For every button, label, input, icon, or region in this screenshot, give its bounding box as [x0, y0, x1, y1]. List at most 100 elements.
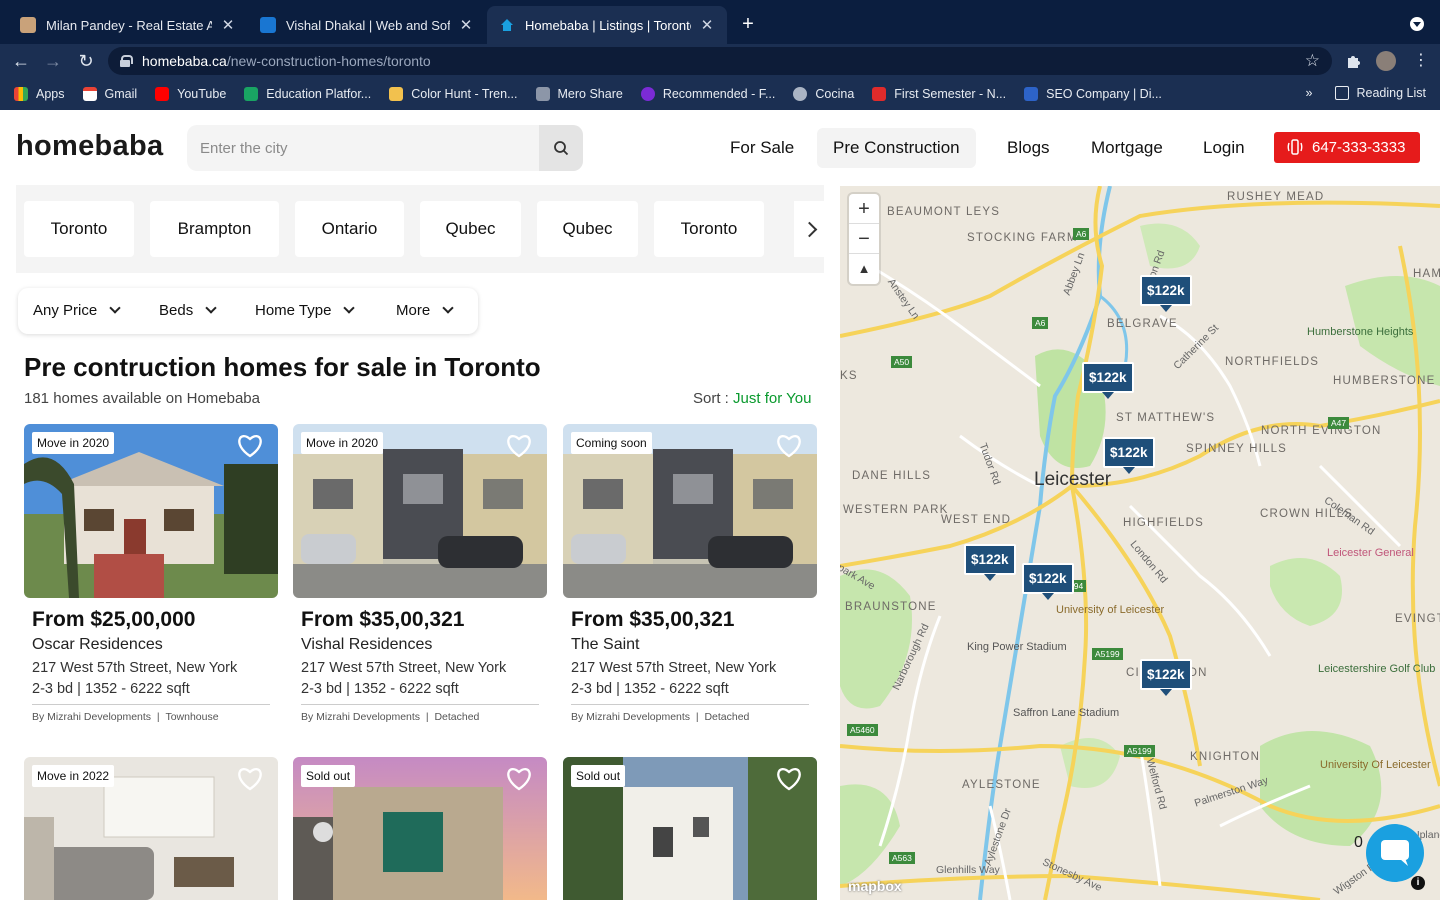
- compass-icon[interactable]: ▲: [849, 254, 879, 284]
- sort-value[interactable]: Just for You: [733, 390, 811, 407]
- road-shield: A5460: [847, 724, 878, 736]
- listing-developer: By Mizrahi Developments: [301, 711, 421, 723]
- bookmark-colorhunt[interactable]: Color Hunt - Tren...: [389, 87, 518, 101]
- profile-avatar-icon[interactable]: [1376, 51, 1396, 71]
- map-price-pin[interactable]: $122k: [1103, 437, 1155, 474]
- forward-arrow-icon[interactable]: →: [42, 50, 64, 72]
- heart-icon[interactable]: [236, 765, 264, 791]
- back-arrow-icon[interactable]: ←: [10, 50, 32, 72]
- bookmark-label: Gmail: [104, 87, 138, 101]
- zoom-in-icon[interactable]: +: [849, 194, 879, 224]
- bookmark-apps[interactable]: Apps: [14, 87, 65, 101]
- listing-photo[interactable]: Sold out: [563, 757, 817, 900]
- browser-tab[interactable]: Vishal Dhakal | Web and Softw ✕: [248, 6, 486, 44]
- filter-home-type[interactable]: Home Type: [255, 288, 356, 334]
- heart-icon[interactable]: [236, 432, 264, 458]
- bookmark-first-semester[interactable]: First Semester - N...: [872, 87, 1006, 101]
- reading-list-button[interactable]: Reading List: [1357, 86, 1427, 100]
- listing-name[interactable]: The Saint: [571, 636, 639, 654]
- city-chip[interactable]: Brampton: [150, 201, 279, 257]
- city-chip[interactable]: Ontario: [295, 201, 404, 257]
- mapbox-logo[interactable]: mapbox: [848, 878, 902, 894]
- heart-icon[interactable]: [775, 432, 803, 458]
- listing-photo[interactable]: Move in 2022: [24, 757, 278, 900]
- listings-map[interactable]: + − ▲ BEAUMONT LEYS STOCKING FARM RUSHEY…: [840, 186, 1440, 900]
- map-price-pin[interactable]: $122k: [1140, 659, 1192, 696]
- map-price-pin[interactable]: $122k: [1022, 563, 1074, 600]
- listing-address: 217 West 57th Street, New York: [32, 660, 238, 676]
- city-chip[interactable]: Toronto: [654, 201, 764, 257]
- sort-control[interactable]: Sort : Just for You: [693, 390, 811, 407]
- recommended-icon: [640, 87, 655, 101]
- tab-search-chevron-icon[interactable]: [1410, 17, 1424, 31]
- nav-for-sale[interactable]: For Sale: [714, 128, 810, 168]
- nav-blogs[interactable]: Blogs: [991, 128, 1066, 168]
- map-price-pin[interactable]: $122k: [964, 544, 1016, 581]
- city-chip[interactable]: Qubec: [537, 201, 638, 257]
- card-divider: [571, 704, 809, 705]
- listing-card[interactable]: Sold out: [563, 757, 817, 900]
- close-tab-icon[interactable]: ✕: [699, 16, 715, 34]
- extensions-puzzle-icon[interactable]: [1345, 52, 1363, 70]
- bookmarks-overflow-icon[interactable]: »: [1306, 86, 1313, 100]
- bookmark-label: Education Platfor...: [266, 87, 372, 101]
- nav-login[interactable]: Login: [1187, 128, 1261, 168]
- heart-icon[interactable]: [505, 765, 533, 791]
- heart-icon[interactable]: [505, 432, 533, 458]
- zoom-out-icon[interactable]: −: [849, 224, 879, 254]
- reload-icon[interactable]: ↻: [75, 50, 97, 72]
- heart-icon[interactable]: [775, 765, 803, 791]
- map-price-pin[interactable]: $122k: [1082, 362, 1134, 399]
- bookmark-star-icon[interactable]: ☆: [1305, 51, 1320, 71]
- browser-tab-active[interactable]: Homebaba | Listings | Toronto ✕: [487, 6, 727, 44]
- filter-beds[interactable]: Beds: [159, 288, 217, 334]
- listing-price: From $35,00,321: [571, 608, 735, 631]
- listing-card[interactable]: Sold out: [293, 757, 547, 900]
- listing-card[interactable]: Move in 2022: [24, 757, 278, 900]
- call-button[interactable]: 647-333-3333: [1274, 132, 1420, 163]
- mero-share-icon: [535, 87, 550, 101]
- city-search-input[interactable]: [187, 125, 539, 171]
- chat-launcher-button[interactable]: [1366, 824, 1424, 882]
- search-icon: [554, 141, 569, 156]
- bookmark-cocina[interactable]: Cocina: [793, 87, 854, 101]
- homebaba-logo[interactable]: homebaba: [16, 130, 163, 163]
- close-tab-icon[interactable]: ✕: [458, 16, 474, 34]
- listing-photo[interactable]: Sold out: [293, 757, 547, 900]
- road-shield: A6: [1032, 317, 1049, 329]
- bookmark-youtube[interactable]: YouTube: [155, 87, 226, 101]
- new-tab-plus-icon[interactable]: +: [738, 13, 758, 36]
- listing-address: 217 West 57th Street, New York: [571, 660, 777, 676]
- bookmark-recommended[interactable]: Recommended - F...: [640, 87, 775, 101]
- nav-mortgage[interactable]: Mortgage: [1075, 128, 1179, 168]
- listing-developer: By Mizrahi Developments: [571, 711, 691, 723]
- bookmark-mero-share[interactable]: Mero Share: [535, 87, 623, 101]
- map-price-pin[interactable]: $122k: [1140, 275, 1192, 312]
- listing-photo[interactable]: Move in 2020: [24, 424, 278, 598]
- filter-more[interactable]: More: [396, 288, 454, 334]
- nav-pre-construction[interactable]: Pre Construction: [817, 128, 976, 168]
- listing-photo[interactable]: Move in 2020: [293, 424, 547, 598]
- listing-card[interactable]: Move in 2020 From $25,00,000 Oscar Resid…: [24, 424, 278, 734]
- close-tab-icon[interactable]: ✕: [220, 16, 236, 34]
- map-area-label: RUSHEY MEAD: [1227, 191, 1325, 203]
- search-button[interactable]: [539, 125, 583, 171]
- city-chip[interactable]: Toronto: [24, 201, 134, 257]
- listing-name[interactable]: Vishal Residences: [301, 636, 432, 654]
- map-area-label: WESTERN PARK: [843, 504, 949, 516]
- map-poi-label: King Power Stadium: [967, 641, 1067, 653]
- listing-name[interactable]: Oscar Residences: [32, 636, 163, 654]
- bookmark-seo[interactable]: SEO Company | Di...: [1024, 87, 1162, 101]
- address-bar[interactable]: homebaba.ca/new-construction-homes/toron…: [108, 47, 1332, 75]
- chevron-right-icon[interactable]: [794, 201, 824, 257]
- listing-photo[interactable]: Coming soon: [563, 424, 817, 598]
- map-area-label: WEST END: [941, 514, 1012, 526]
- city-chip[interactable]: Qubec: [420, 201, 521, 257]
- bookmark-gmail[interactable]: Gmail: [82, 87, 138, 101]
- filter-price[interactable]: Any Price: [33, 288, 121, 334]
- listing-card[interactable]: Move in 2020 From $35,00,321 Vishal Resi…: [293, 424, 547, 734]
- browser-tab[interactable]: Milan Pandey - Real Estate Age ✕: [8, 6, 248, 44]
- menu-kebab-icon[interactable]: ⋮: [1412, 52, 1430, 70]
- listing-card[interactable]: Coming soon From $35,00,321 The Saint 21…: [563, 424, 817, 734]
- bookmark-education[interactable]: Education Platfor...: [244, 87, 371, 101]
